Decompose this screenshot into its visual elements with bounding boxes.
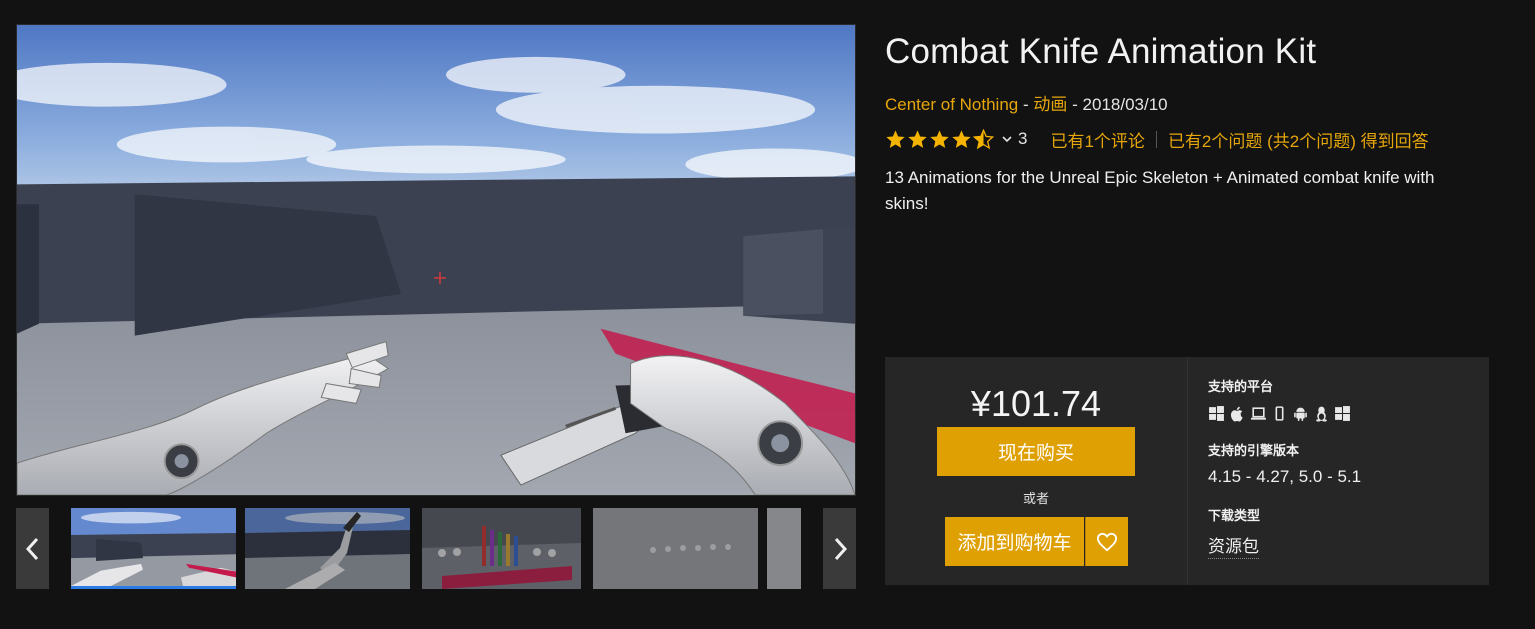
download-type[interactable]: 资源包 bbox=[1208, 532, 1259, 559]
chevron-down-icon bbox=[1002, 136, 1012, 143]
heart-icon bbox=[1096, 532, 1118, 551]
thumbnail-3[interactable] bbox=[422, 508, 581, 589]
thumbnail-strip bbox=[16, 508, 856, 589]
thumbnail-4[interactable] bbox=[593, 508, 758, 589]
download-type-label: 下载类型 bbox=[1208, 508, 1261, 523]
rating-count: 3 bbox=[1018, 129, 1028, 148]
thumbnail-2[interactable] bbox=[245, 508, 410, 589]
category-link[interactable]: 动画 bbox=[1033, 95, 1067, 114]
engine-version-label: 支持的引擎版本 bbox=[1208, 443, 1300, 458]
laptop-icon bbox=[1251, 407, 1266, 420]
reviews-link[interactable]: 已有1个评论 bbox=[1050, 127, 1144, 152]
divider bbox=[1155, 130, 1157, 148]
main-preview-image[interactable] bbox=[16, 24, 856, 496]
android-icon bbox=[1294, 407, 1307, 421]
star-rating[interactable]: 3 bbox=[885, 128, 1028, 150]
purchase-panel: ¥101.74 现在购买 或者 添加到购物车 支持的平台 支持的引擎版本 4.1… bbox=[885, 357, 1489, 585]
meta-separator: - bbox=[1022, 95, 1029, 114]
mobile-icon bbox=[1275, 406, 1284, 421]
questions-link[interactable]: 已有2个问题 (共2个问题) 得到回答 bbox=[1168, 127, 1429, 152]
add-to-cart-button[interactable]: 添加到购物车 bbox=[945, 517, 1084, 566]
windows-icon bbox=[1209, 406, 1224, 421]
chevron-right-icon bbox=[834, 537, 847, 560]
previous-thumbnail-button[interactable] bbox=[16, 508, 49, 589]
star-full-icon bbox=[908, 129, 927, 148]
product-meta: Center of Nothing - 动画 - 2018/03/10 bbox=[885, 90, 1168, 115]
engine-versions: 4.15 - 4.27, 5.0 - 5.1 bbox=[1208, 467, 1362, 486]
next-thumbnail-button[interactable] bbox=[823, 508, 856, 589]
product-description: 13 Animations for the Unreal Epic Skelet… bbox=[885, 168, 1435, 213]
thumbnail-1[interactable] bbox=[71, 508, 236, 589]
product-title: Combat Knife Animation Kit bbox=[885, 32, 1317, 71]
buy-now-button[interactable]: 现在购买 bbox=[937, 427, 1135, 476]
thumbnail-5[interactable] bbox=[767, 508, 801, 589]
product-specs: 支持的平台 支持的引擎版本 4.15 - 4.27, 5.0 - 5.1 下载类… bbox=[1187, 357, 1489, 585]
seller-link[interactable]: Center of Nothing bbox=[885, 95, 1018, 114]
price: ¥101.74 bbox=[970, 383, 1102, 424]
linux-icon bbox=[1316, 406, 1327, 422]
star-full-icon bbox=[886, 129, 905, 148]
wishlist-button[interactable] bbox=[1085, 517, 1128, 566]
release-date: 2018/03/10 bbox=[1082, 95, 1168, 114]
platform-icons bbox=[1208, 405, 1351, 422]
star-full-icon bbox=[930, 129, 949, 148]
platforms-label: 支持的平台 bbox=[1208, 379, 1274, 394]
chevron-left-icon bbox=[25, 537, 38, 560]
star-full-icon bbox=[952, 129, 971, 148]
purchase-actions: ¥101.74 现在购买 或者 添加到购物车 bbox=[885, 357, 1187, 585]
apple-icon bbox=[1230, 406, 1243, 422]
star-half-icon bbox=[973, 128, 994, 149]
rating-row: 3 已有1个评论 已有2个问题 (共2个问题) 得到回答 bbox=[885, 127, 1429, 151]
windows-icon bbox=[1335, 406, 1350, 421]
or-label: 或者 bbox=[1022, 491, 1049, 506]
meta-separator: - bbox=[1072, 95, 1078, 114]
